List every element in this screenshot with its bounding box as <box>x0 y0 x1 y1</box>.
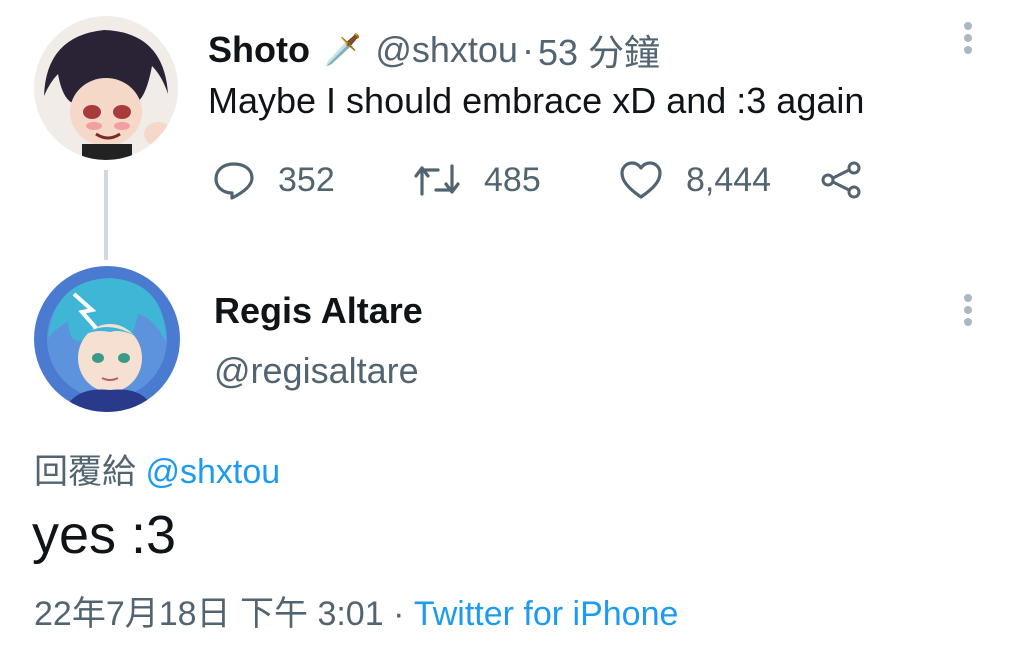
tweet-date[interactable]: 22年7月18日 下午 3:01 <box>34 595 384 633</box>
reply-count: 352 <box>278 160 335 199</box>
tweet-meta: 22年7月18日 下午 3:01 · Twitter for iPhone <box>34 586 678 635</box>
tweet1-text: Maybe I should embrace xD and :3 again <box>208 80 865 121</box>
tweet2-more-icon[interactable] <box>964 290 974 330</box>
author-name-regis[interactable]: Regis Altare <box>214 290 423 332</box>
author-name[interactable]: Shoto <box>208 29 310 71</box>
like-button[interactable]: 8,444 <box>618 160 771 200</box>
reply-prefix: 回覆給 <box>34 453 136 491</box>
separator-dot: · <box>383 595 414 633</box>
separator-dot: · <box>521 29 534 70</box>
dagger-emoji: 🗡️ <box>323 33 362 67</box>
reply-icon <box>214 162 254 200</box>
reply-to-line: 回覆給 @shxtou <box>34 444 280 493</box>
avatar-shoto[interactable] <box>34 16 178 160</box>
share-icon <box>821 161 861 199</box>
avatar-regis[interactable] <box>34 266 180 412</box>
share-button[interactable] <box>820 160 864 205</box>
retweet-count: 485 <box>484 160 541 199</box>
thread-connector-line <box>104 170 108 260</box>
author-handle-regis[interactable]: @regisaltare <box>214 350 419 392</box>
reply-to-mention[interactable]: @shxtou <box>145 453 280 491</box>
heart-icon <box>620 161 662 199</box>
tweet1-more-icon[interactable] <box>964 18 974 58</box>
tweet-time[interactable]: 53 分鐘 <box>538 24 660 76</box>
like-count: 8,444 <box>686 160 772 199</box>
tweet2-text: yes :3 <box>32 505 177 565</box>
retweet-icon <box>414 164 460 196</box>
tweet-source-link[interactable]: Twitter for iPhone <box>414 595 679 633</box>
author-handle[interactable]: @shxtou <box>375 29 518 71</box>
reply-button[interactable]: 352 <box>212 160 335 200</box>
tweet1-header: Shoto 🗡️ @shxtou · 53 分鐘 <box>208 24 660 76</box>
retweet-button[interactable]: 485 <box>412 160 541 200</box>
